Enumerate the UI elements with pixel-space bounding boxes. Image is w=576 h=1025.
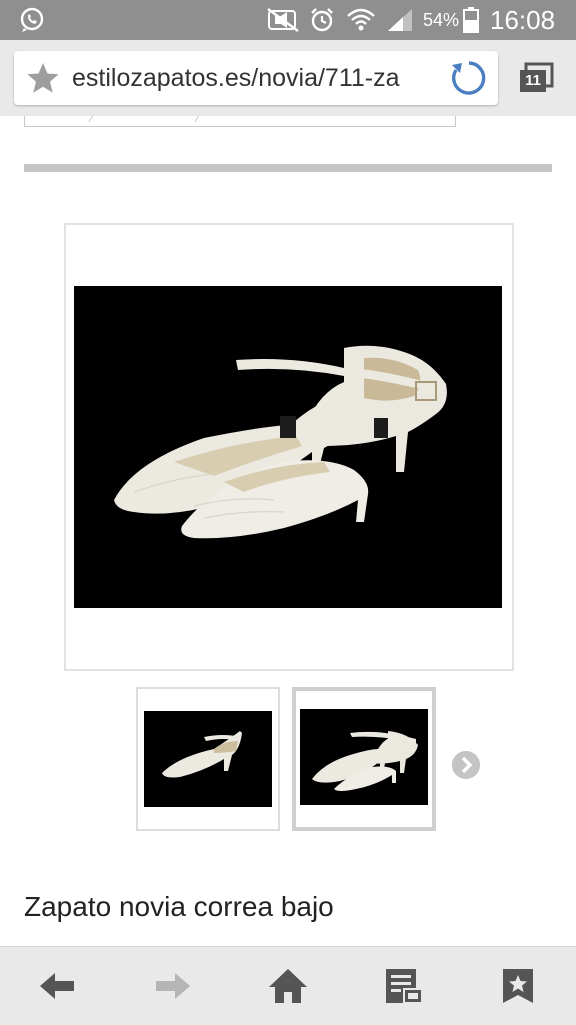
- page-content: Zapato novia correa bajo: [0, 116, 576, 946]
- status-time: 16:08: [490, 4, 556, 35]
- thumbnail-image-1[interactable]: [144, 711, 272, 807]
- signal-icon: [386, 0, 414, 40]
- forward-button[interactable]: [134, 947, 210, 1025]
- back-icon: [40, 973, 74, 999]
- next-image-button[interactable]: [452, 751, 480, 779]
- reading-list-icon: [386, 969, 423, 1004]
- thumbnail-image-2[interactable]: [300, 709, 428, 805]
- back-button[interactable]: [20, 947, 96, 1025]
- home-icon: [269, 969, 307, 1003]
- alarm-icon: [308, 0, 336, 40]
- url-text[interactable]: estilozapatos.es/novia/711-za: [72, 51, 452, 105]
- browser-bottom-nav: [0, 946, 576, 1025]
- product-thumbnail-2[interactable]: [292, 687, 436, 831]
- battery-icon: [463, 0, 479, 40]
- tabs-button[interactable]: 11: [516, 60, 556, 96]
- breadcrumb: [24, 116, 456, 127]
- mute-icon: [266, 0, 300, 40]
- status-bar: 54% 16:08: [0, 0, 576, 40]
- product-main-image[interactable]: [74, 286, 502, 608]
- product-thumbnail-1[interactable]: [136, 687, 280, 831]
- reading-list-button[interactable]: [366, 947, 442, 1025]
- forward-icon: [156, 973, 190, 999]
- browser-toolbar: estilozapatos.es/novia/711-za 11: [0, 40, 576, 116]
- section-divider: [24, 164, 552, 172]
- battery-percent: 54%: [423, 9, 460, 30]
- bookmarks-button[interactable]: [480, 947, 556, 1025]
- address-bar[interactable]: estilozapatos.es/novia/711-za: [14, 51, 498, 105]
- reload-icon[interactable]: [450, 59, 488, 102]
- chevron-right-icon: [452, 751, 480, 779]
- product-main-image-frame[interactable]: [64, 223, 514, 671]
- product-title: Zapato novia correa bajo: [24, 891, 334, 922]
- whatsapp-icon: [18, 0, 46, 40]
- wifi-icon: [346, 0, 376, 40]
- home-button[interactable]: [250, 947, 326, 1025]
- bookmarks-icon: [503, 969, 533, 1003]
- tab-count: 11: [525, 72, 541, 89]
- bookmark-star-icon[interactable]: [26, 61, 60, 100]
